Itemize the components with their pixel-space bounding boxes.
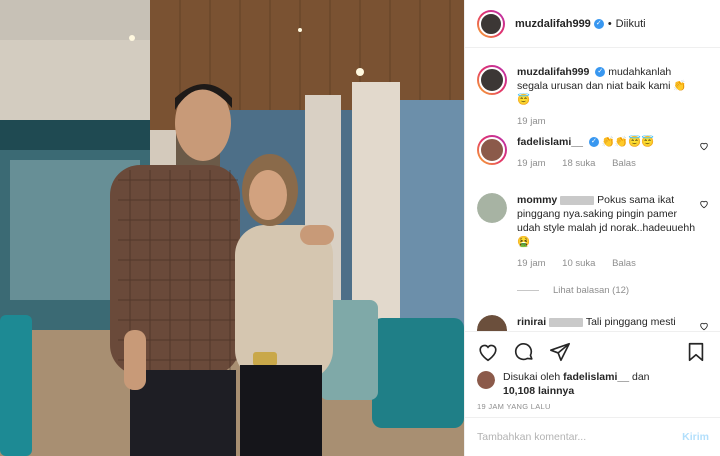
commenter-avatar[interactable] [477, 135, 507, 165]
liked-by: Disukai oleh fadelislami__ dan 10,108 la… [477, 370, 650, 398]
like-comment-heart-icon[interactable] [699, 199, 709, 209]
commenter-username[interactable]: mommy [517, 194, 557, 206]
reply-button[interactable]: Balas [612, 158, 636, 169]
comment-likes[interactable]: 10 suka [562, 258, 595, 269]
comment-item: fadelislami__ ✓ 👏👏😇😇 19 jam 18 suka Bala… [477, 135, 715, 171]
commenter-username[interactable]: rinirai [517, 316, 546, 328]
like-comment-heart-icon[interactable] [699, 321, 709, 331]
caption-time[interactable]: 19 jam [517, 116, 546, 127]
commenter-avatar[interactable] [477, 315, 507, 331]
follow-status-button[interactable]: Diikuti [616, 18, 646, 30]
comment-likes[interactable]: 18 suka [562, 158, 595, 169]
post-actions: Disukai oleh fadelislami__ dan 10,108 la… [465, 331, 720, 417]
commenter-avatar[interactable] [477, 193, 507, 223]
caption-username[interactable]: muzdalifah999 [517, 66, 589, 78]
verified-icon: ✓ [595, 67, 606, 78]
liker-avatar[interactable] [477, 371, 495, 389]
post-photo[interactable] [0, 0, 464, 456]
verified-icon: ✓ [588, 137, 599, 148]
view-replies-label: Lihat balasan (12) [553, 285, 630, 296]
reply-button[interactable]: Balas [612, 258, 636, 269]
like-comment-heart-icon[interactable] [699, 141, 709, 151]
post-sidebar: muzdalifah999 ✓ • Diikuti muzdalifah999 … [464, 0, 720, 456]
comment-item: mommy Pokus sama ikat pinggang nya.sakin… [477, 193, 715, 271]
caption: muzdalifah999 ✓ mudahkanlah segala urusa… [477, 65, 715, 129]
share-icon[interactable] [549, 341, 571, 363]
post-header: muzdalifah999 ✓ • Diikuti [465, 0, 720, 48]
verified-icon: ✓ [593, 18, 604, 29]
liked-prefix: Disukai oleh [503, 371, 561, 383]
bookmark-icon[interactable] [685, 341, 707, 363]
comments-list[interactable]: muzdalifah999 ✓ mudahkanlah segala urusa… [465, 49, 720, 331]
heart-icon[interactable] [477, 341, 499, 363]
commenter-username[interactable]: fadelislami__ [517, 136, 583, 148]
redacted-name-block [560, 195, 595, 205]
comment-time[interactable]: 19 jam [517, 258, 546, 269]
comment-composer: Kirim [465, 417, 720, 456]
send-button[interactable]: Kirim [682, 431, 709, 443]
comment-icon[interactable] [513, 341, 535, 363]
photo-scene [0, 0, 464, 456]
separator-dot: • [607, 17, 612, 30]
author-username[interactable]: muzdalifah999 [515, 18, 591, 30]
replies-divider [517, 290, 539, 291]
comment-text: Tali pinggang mesti [585, 316, 676, 328]
author-avatar[interactable] [477, 9, 505, 38]
instagram-post: muzdalifah999 ✓ • Diikuti muzdalifah999 … [0, 0, 720, 456]
liked-and: dan [632, 371, 650, 383]
likes-count-button[interactable]: 10,108 lainnya [503, 385, 574, 397]
caption-avatar[interactable] [477, 65, 507, 95]
liker-username[interactable]: fadelislami__ [563, 371, 629, 383]
view-replies-button[interactable]: Lihat balasan (12) [517, 285, 629, 296]
post-timestamp[interactable]: 19 JAM YANG LALU [477, 402, 551, 411]
comment-time[interactable]: 19 jam [517, 158, 546, 169]
redacted-name-block [549, 317, 584, 327]
comment-text: 👏👏😇😇 [601, 136, 655, 148]
comment-item: rinirai Tali pinggang mesti [477, 315, 715, 331]
comment-input[interactable] [477, 431, 683, 443]
